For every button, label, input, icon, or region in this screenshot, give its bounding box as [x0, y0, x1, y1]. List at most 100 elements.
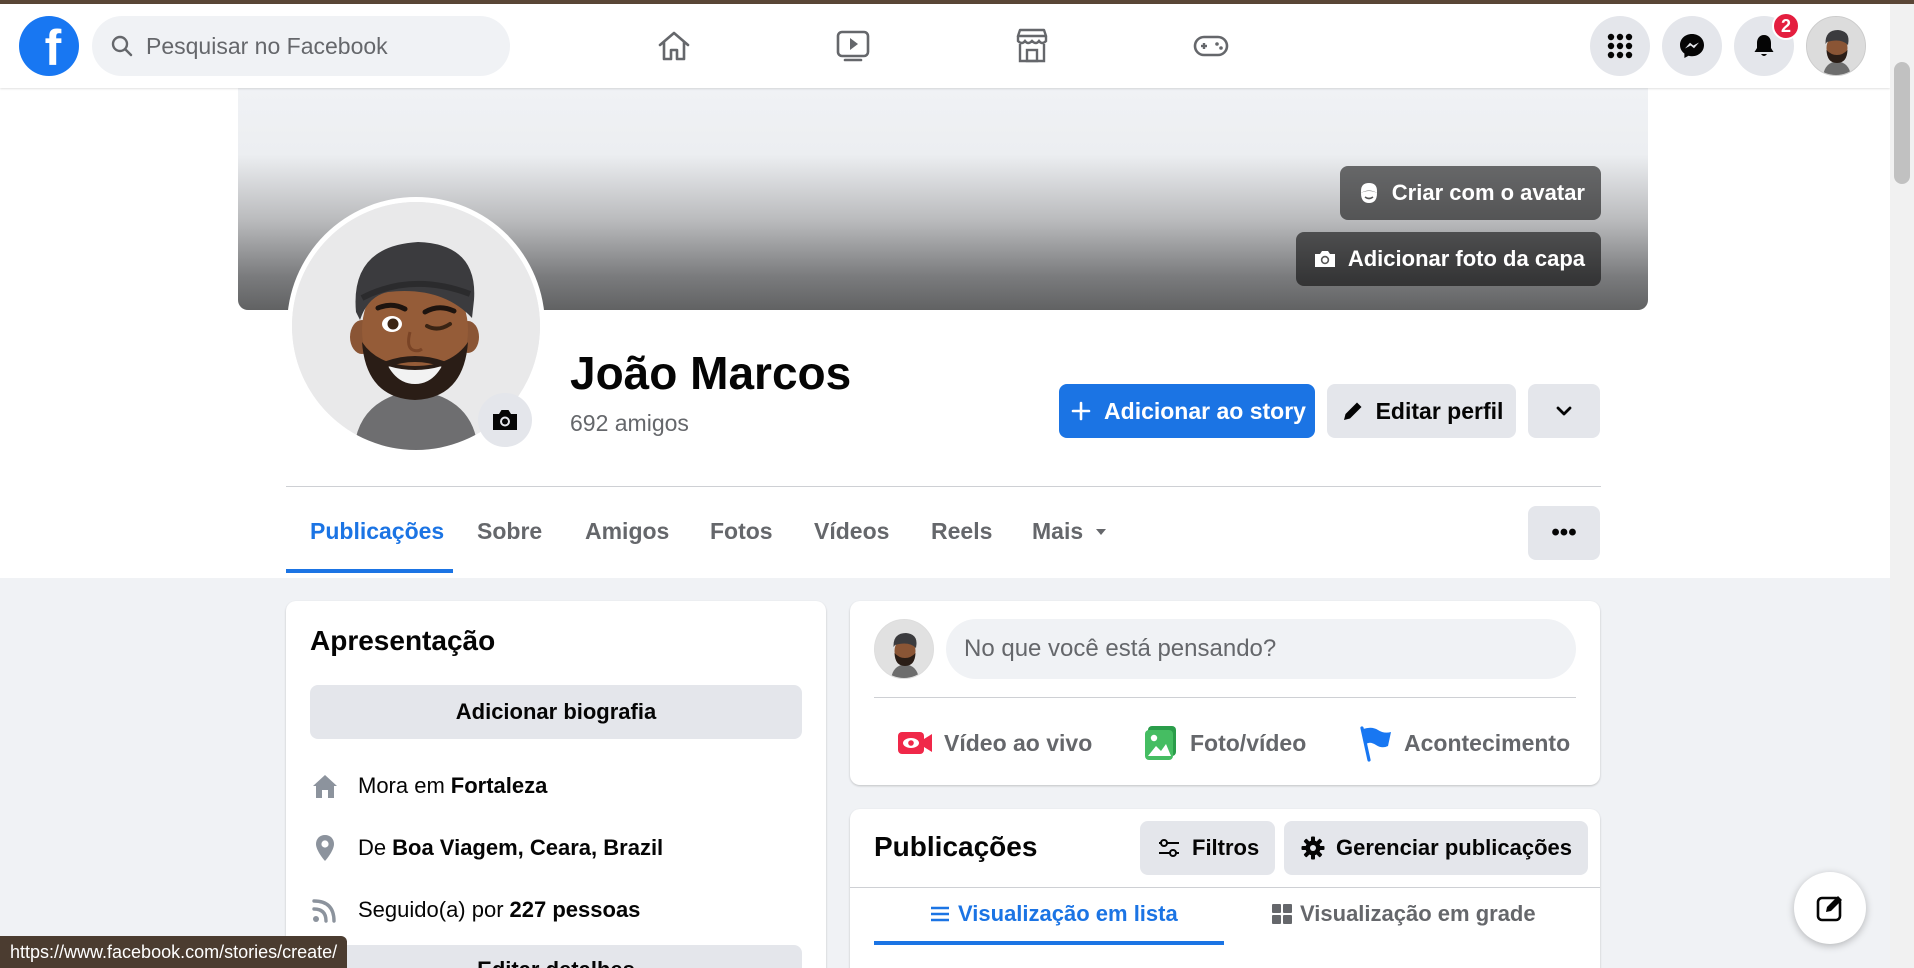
home-tab[interactable] — [652, 24, 696, 68]
filters-button[interactable]: Filtros — [1140, 821, 1276, 875]
messenger-icon — [1680, 34, 1704, 58]
filter-sliders-icon — [1159, 839, 1179, 857]
compose-edit-icon — [1816, 896, 1842, 922]
facebook-logo-glyph: f — [44, 20, 62, 76]
messenger-button[interactable] — [1662, 16, 1722, 76]
tab-more-label: Mais — [1032, 518, 1084, 544]
flag-icon — [1360, 726, 1391, 762]
profile-name: João Marcos — [570, 347, 852, 399]
lives-in-value[interactable]: Fortaleza — [451, 773, 548, 799]
header-divider — [286, 486, 1601, 487]
search-input[interactable] — [146, 32, 446, 60]
manage-posts-button[interactable]: Gerenciar publicações — [1284, 821, 1588, 875]
list-view-label: Visualização em lista — [958, 901, 1178, 926]
add-bio-button[interactable]: Adicionar biografia — [310, 685, 802, 739]
live-video-icon — [898, 732, 932, 754]
gaming-tab[interactable] — [1189, 24, 1233, 68]
tab-videos[interactable]: Vídeos — [814, 518, 889, 545]
game-controller-icon — [1193, 35, 1229, 57]
tab-about[interactable]: Sobre — [477, 518, 542, 545]
add-cover-photo-button[interactable]: Adicionar foto da capa — [1295, 232, 1601, 286]
edit-details-button[interactable]: Editar detalhes — [310, 945, 802, 968]
profile-more-options-button[interactable] — [1528, 384, 1600, 438]
intro-card: Apresentação Adicionar biografia Mora em… — [286, 601, 826, 968]
list-view-tab[interactable]: Visualização em lista — [928, 901, 1178, 927]
scrollbar-thumb[interactable] — [1894, 62, 1910, 184]
add-to-story-button[interactable]: Adicionar ao story — [1059, 384, 1315, 438]
create-with-avatar-label: Criar com o avatar — [1391, 180, 1585, 205]
post-composer-card: No que você está pensando? Vídeo ao vivo… — [850, 601, 1600, 785]
avatar-face-icon — [1360, 183, 1377, 203]
marketplace-tab[interactable] — [1010, 24, 1054, 68]
friends-count[interactable]: 692 amigos — [570, 410, 689, 437]
memoji-avatar-small-icon — [875, 620, 933, 678]
from-prefix: De — [358, 835, 387, 860]
from-value[interactable]: Boa Viagem, Ceara, Brazil — [392, 835, 663, 861]
menu-button[interactable] — [1590, 16, 1650, 76]
tab-more[interactable]: Mais — [1032, 518, 1109, 545]
bell-icon — [1754, 35, 1774, 56]
add-to-story-label: Adicionar ao story — [1104, 397, 1306, 424]
lives-in-prefix: Mora em — [358, 773, 445, 798]
grid-view-label: Visualização em grade — [1300, 901, 1536, 926]
account-avatar[interactable] — [1806, 16, 1866, 76]
photo-video-label: Foto/vídeo — [1190, 729, 1307, 756]
marketplace-store-icon — [1016, 28, 1048, 63]
tab-photos[interactable]: Fotos — [710, 518, 773, 545]
lives-in-row: Mora em Fortaleza — [310, 771, 547, 801]
followed-by-value[interactable]: 227 pessoas — [510, 897, 641, 923]
followed-by-prefix: Seguido(a) por — [358, 897, 504, 922]
tab-friends[interactable]: Amigos — [585, 518, 669, 545]
browser-status-url: https://www.facebook.com/stories/create/ — [0, 936, 348, 968]
whats-on-your-mind-input[interactable]: No que você está pensando? — [946, 619, 1576, 679]
tabs-more-options-button[interactable]: ••• — [1528, 506, 1600, 560]
pencil-icon — [1343, 402, 1362, 420]
edit-profile-label: Editar perfil — [1375, 397, 1504, 424]
photo-video-button[interactable]: Foto/vídeo — [1142, 723, 1306, 763]
gear-icon — [1301, 836, 1325, 860]
posts-card: Publicações Filtros Gerenciar publicaçõe… — [850, 809, 1600, 968]
filters-label: Filtros — [1192, 835, 1260, 860]
home-icon — [658, 31, 690, 61]
update-profile-picture-button[interactable] — [478, 393, 532, 447]
facebook-logo[interactable]: f — [19, 16, 79, 76]
chevron-down-icon — [1556, 406, 1572, 416]
profile-header: Criar com o avatar Adicionar foto da cap… — [0, 88, 1890, 578]
create-with-avatar-button[interactable]: Criar com o avatar — [1339, 166, 1601, 220]
location-pin-icon — [316, 835, 334, 861]
notifications-button[interactable]: 2 — [1734, 12, 1800, 76]
search-box[interactable] — [92, 16, 510, 76]
plus-icon — [1071, 401, 1091, 421]
active-tab-indicator — [286, 569, 453, 573]
camera-icon — [1314, 251, 1335, 267]
live-video-label: Vídeo ao vivo — [944, 729, 1093, 756]
posts-title: Publicações — [874, 831, 1038, 862]
camera-icon — [493, 410, 517, 430]
grid-menu-icon — [1607, 33, 1633, 59]
life-event-label: Acontecimento — [1404, 729, 1571, 756]
grid-icon — [1272, 904, 1292, 924]
rss-feed-icon — [312, 899, 336, 923]
tab-posts[interactable]: Publicações — [310, 518, 444, 545]
notification-count-badge: 2 — [1772, 12, 1800, 40]
composer-avatar[interactable] — [874, 619, 934, 679]
new-message-button[interactable] — [1794, 872, 1866, 944]
top-navigation-bar: f 2 — [0, 4, 1890, 88]
list-icon — [931, 906, 949, 922]
memoji-avatar-small-icon — [1807, 17, 1865, 75]
watch-tab[interactable] — [831, 24, 875, 68]
edit-profile-button[interactable]: Editar perfil — [1327, 384, 1516, 438]
home-icon — [313, 775, 337, 798]
grid-view-tab[interactable]: Visualização em grade — [1270, 901, 1536, 927]
caret-down-icon — [1096, 528, 1107, 535]
active-view-indicator — [874, 941, 1224, 945]
page-scrollbar[interactable] — [1890, 4, 1914, 968]
manage-posts-label: Gerenciar publicações — [1336, 835, 1572, 860]
followed-by-row: Seguido(a) por 227 pessoas — [310, 895, 640, 925]
intro-title: Apresentação — [310, 625, 496, 656]
tab-reels[interactable]: Reels — [931, 518, 992, 545]
live-video-button[interactable]: Vídeo ao vivo — [896, 723, 1092, 763]
add-cover-photo-label: Adicionar foto da capa — [1347, 246, 1585, 271]
posts-divider — [850, 887, 1600, 888]
life-event-button[interactable]: Acontecimento — [1356, 723, 1570, 763]
